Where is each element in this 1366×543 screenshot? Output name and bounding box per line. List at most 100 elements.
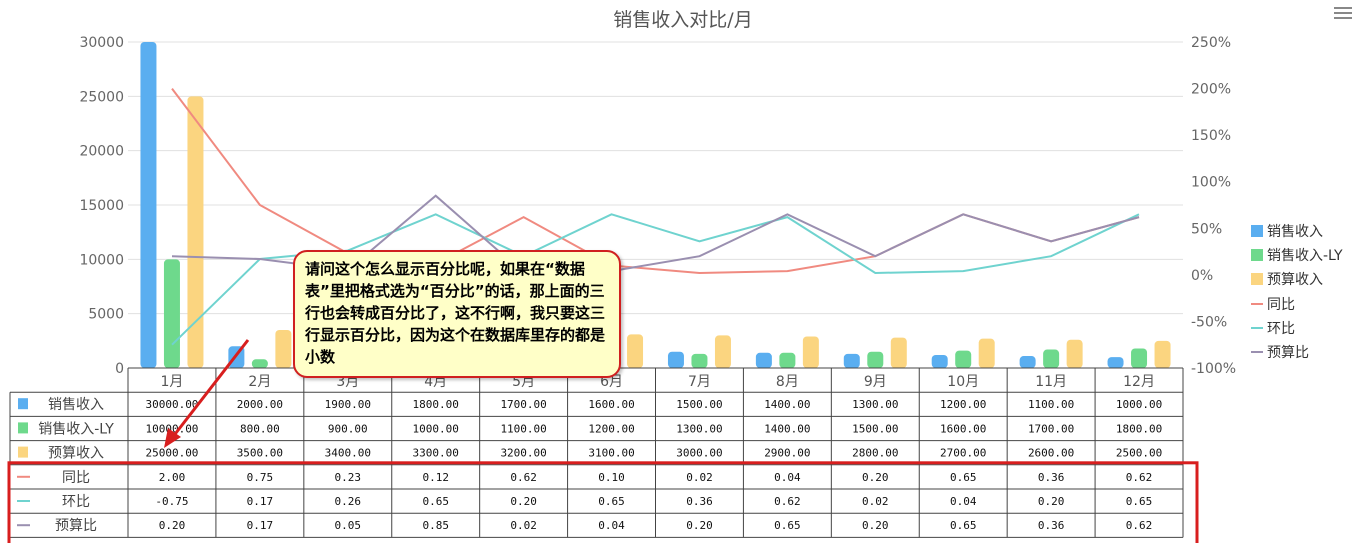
category-label: 7月 [688,374,711,390]
table-cell: 0.04 [598,519,625,532]
table-series-swatch [18,398,28,410]
table-cell: 0.05 [335,519,362,532]
legend-swatch [1251,350,1263,353]
table-cell: 0.02 [862,495,889,508]
legend-label: 环比 [1267,320,1295,337]
table-cell: 800.00 [240,422,280,435]
legend-swatch [1251,302,1263,305]
left-tick-label: 10000 [79,252,124,268]
left-tick-label: 15000 [79,198,124,214]
right-tick-label: -50% [1191,314,1227,330]
table-cell: 0.65 [950,519,977,532]
table-cell: 0.17 [247,495,274,508]
bar-sales-ly [1043,349,1060,368]
table-series-swatch [18,422,28,434]
bar-sales [843,353,860,368]
line-yoy [171,87,1140,275]
bar-budget [978,338,995,368]
left-tick-label: 30000 [79,35,124,51]
legend-label: 销售收入 [1267,224,1323,240]
legend-label: 预算比 [1267,344,1309,361]
bar-budget [802,336,819,368]
table-series-name: 销售收入-LY [38,421,114,437]
bar-sales [755,352,772,368]
left-tick-label: 20000 [79,144,124,160]
table-cell: 3100.00 [588,447,634,460]
table-cell: 3400.00 [325,447,371,460]
bar-sales-ly [251,359,268,368]
bar-sales [1107,357,1124,368]
table-cell: 2700.00 [940,447,986,460]
table-cell: -0.75 [155,495,188,508]
data-table: 1月 2月 3月 4月 5月 6月 7月 8月 9月 10月 11月 12月销售收入 30000.00 2… [9,367,1184,538]
chart-title: 销售收入对比/月 [613,9,752,31]
table-cell: 25000.00 [145,447,198,460]
legend-label: 销售收入-LY [1267,248,1343,265]
right-tick-label: -100% [1191,361,1236,377]
legend-swatch [1251,249,1263,262]
category-label: 1月 [160,374,183,390]
category-label: 8月 [776,374,799,390]
table-cell: 1700.00 [1028,422,1074,435]
table-cell: 0.02 [686,471,713,484]
left-tick-label: 5000 [88,307,124,323]
table-cell: 1100.00 [1028,398,1074,411]
table-cell: 1600.00 [588,398,634,411]
category-label: 2月 [248,374,271,390]
table-cell: 0.62 [1126,519,1153,532]
table-cell: 0.85 [422,519,449,532]
bar-sales [1019,356,1036,368]
table-cell: 1800.00 [1116,422,1162,435]
table-cell: 0.02 [510,519,537,532]
bar-sales-ly [691,353,708,368]
question-callout: 请问这个怎么显示百分比呢，如果在“数据表”里把格式选为“百分比”的话，那上面的三… [293,250,621,378]
table-cell: 1500.00 [852,422,898,435]
table-cell: 0.20 [159,519,186,532]
bar-sales-ly [1131,348,1148,368]
table-cell: 0.26 [335,495,362,508]
right-tick-label: 50% [1191,221,1222,237]
bar-sales-ly [867,351,884,368]
table-cell: 0.20 [862,519,889,532]
table-cell: 3500.00 [237,447,283,460]
right-tick-label: 200% [1191,82,1231,98]
table-series-name: 预算收入 [48,446,104,462]
table-series-name: 环比 [62,494,90,510]
bar-sales [140,42,157,368]
table-cell: 0.65 [422,495,449,508]
category-label: 11月 [1035,374,1067,390]
table-cell: 0.36 [1038,519,1065,532]
hamburger-menu-icon[interactable] [1334,4,1352,20]
table-cell: 0.23 [335,471,362,484]
table-cell: 0.62 [510,471,537,484]
table-cell: 1200.00 [940,398,986,411]
table-cell: 1200.00 [588,422,634,435]
table-series-name: 同比 [62,470,90,486]
table-series-name: 销售收入 [48,397,104,413]
table-cell: 0.36 [1038,471,1065,484]
table-cell: 3200.00 [500,447,546,460]
right-tick-label: 250% [1191,35,1231,51]
table-series-swatch [18,446,28,458]
table-cell: 1000.00 [413,422,459,435]
table-cell: 1300.00 [852,398,898,411]
table-cell: 0.04 [950,495,977,508]
table-cell: 1400.00 [764,398,810,411]
table-cell: 1800.00 [413,398,459,411]
table-cell: 0.62 [1126,471,1153,484]
bar-budget [1154,340,1171,368]
left-tick-label: 0 [115,361,124,377]
bar-budget [627,334,644,368]
table-cell: 3000.00 [676,447,722,460]
legend-label: 同比 [1267,296,1295,313]
table-series-name: 预算比 [55,518,97,534]
chart-canvas: 销售收入对比/月 050001000015000200002500030000 … [7,9,1236,543]
table-cell: 1100.00 [500,422,546,435]
table-cell: 0.10 [598,471,625,484]
table-cell: 0.65 [1126,495,1153,508]
left-tick-label: 25000 [79,89,124,105]
table-cell: 2500.00 [1116,447,1162,460]
bar-budget [890,337,907,368]
bar-budget [275,329,292,368]
table-cell: 1600.00 [940,422,986,435]
